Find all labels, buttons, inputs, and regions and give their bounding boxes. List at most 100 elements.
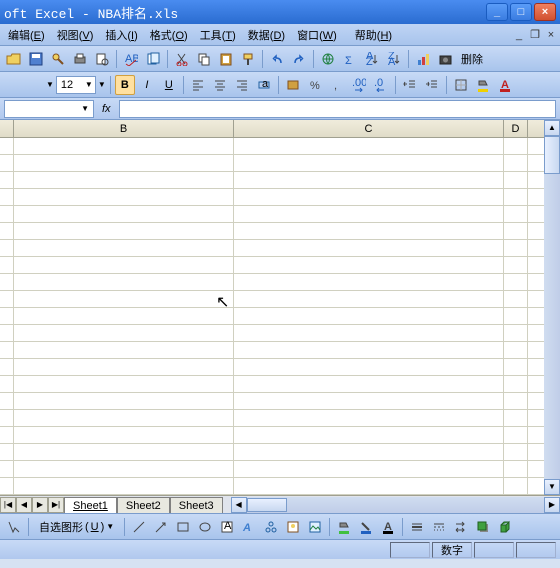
align-right-icon[interactable] — [232, 75, 252, 95]
font-size-dropdown[interactable]: ▼ — [98, 80, 106, 89]
autosum-icon[interactable]: Σ — [340, 49, 360, 69]
arrow-icon[interactable] — [151, 517, 171, 537]
sort-asc-icon[interactable]: AZ — [362, 49, 382, 69]
camera-icon[interactable] — [435, 49, 455, 69]
borders-icon[interactable] — [451, 75, 471, 95]
rectangle-icon[interactable] — [173, 517, 193, 537]
align-center-icon[interactable] — [210, 75, 230, 95]
redo-icon[interactable] — [289, 49, 309, 69]
currency-icon[interactable] — [283, 75, 303, 95]
doc-restore-button[interactable]: ❐ — [528, 29, 542, 41]
print-icon[interactable] — [70, 49, 90, 69]
column-header-b[interactable]: B — [14, 120, 234, 137]
sort-desc-icon[interactable]: ZA — [384, 49, 404, 69]
insert-picture-icon[interactable] — [305, 517, 325, 537]
menu-window[interactable]: 窗口(W) — [291, 25, 343, 45]
clipart-icon[interactable] — [283, 517, 303, 537]
tab-nav-first[interactable]: |◀ — [0, 497, 16, 513]
research-icon[interactable] — [143, 49, 163, 69]
menu-view[interactable]: 视图(V) — [51, 25, 100, 45]
sheet-tab-1[interactable]: Sheet1 — [64, 497, 117, 513]
maximize-button[interactable]: □ — [510, 3, 532, 21]
fx-button[interactable]: fx — [94, 103, 119, 115]
autoshapes-button[interactable]: 自选图形(U)▼ — [33, 517, 120, 537]
menu-format[interactable]: 格式(O) — [144, 25, 194, 45]
percent-icon[interactable]: % — [305, 75, 325, 95]
underline-button[interactable]: U — [159, 75, 179, 95]
vertical-scrollbar[interactable]: ▲ ▼ — [544, 120, 560, 495]
close-button[interactable]: × — [534, 3, 556, 21]
comma-icon[interactable]: , — [327, 75, 347, 95]
font-color-draw-icon[interactable]: A — [378, 517, 398, 537]
menu-insert[interactable]: 插入(I) — [99, 25, 143, 45]
increase-decimal-icon[interactable]: .00 — [349, 75, 369, 95]
font-color-icon[interactable]: A — [495, 75, 515, 95]
menu-edit[interactable]: 编辑(E) — [2, 25, 51, 45]
delete-label[interactable]: 删除 — [457, 51, 487, 67]
align-left-icon[interactable] — [188, 75, 208, 95]
line-icon[interactable] — [129, 517, 149, 537]
grid-body[interactable]: ↖ — [0, 138, 560, 495]
tab-nav-next[interactable]: ▶ — [32, 497, 48, 513]
minimize-button[interactable]: _ — [486, 3, 508, 21]
scroll-down-button[interactable]: ▼ — [544, 479, 560, 495]
decrease-indent-icon[interactable] — [400, 75, 420, 95]
textbox-icon[interactable]: A — [217, 517, 237, 537]
decrease-decimal-icon[interactable]: .0 — [371, 75, 391, 95]
font-dropdown-arrow[interactable]: ▼ — [46, 80, 54, 89]
doc-minimize-button[interactable]: _ — [512, 29, 526, 41]
tab-nav-prev[interactable]: ◀ — [16, 497, 32, 513]
line-color-icon[interactable] — [356, 517, 376, 537]
select-all-corner[interactable] — [0, 120, 14, 137]
doc-close-button[interactable]: × — [544, 29, 558, 41]
formula-input[interactable] — [119, 100, 556, 118]
wordart-icon[interactable]: A — [239, 517, 259, 537]
permission-icon[interactable] — [48, 49, 68, 69]
horizontal-scroll-thumb[interactable] — [247, 498, 287, 512]
name-box[interactable]: ▼ — [4, 100, 94, 118]
hyperlink-icon[interactable] — [318, 49, 338, 69]
paste-icon[interactable] — [216, 49, 236, 69]
cut-icon[interactable] — [172, 49, 192, 69]
copy-icon[interactable] — [194, 49, 214, 69]
column-header-d[interactable]: D — [504, 120, 528, 137]
tab-nav-last[interactable]: ▶| — [48, 497, 64, 513]
name-box-dropdown-arrow[interactable]: ▼ — [81, 104, 89, 113]
font-size-box[interactable]: ▼ — [56, 76, 96, 94]
diagram-icon[interactable] — [261, 517, 281, 537]
oval-icon[interactable] — [195, 517, 215, 537]
font-size-dropdown-arrow[interactable]: ▼ — [85, 80, 93, 89]
line-style-icon[interactable] — [407, 517, 427, 537]
sheet-tab-2[interactable]: Sheet2 — [117, 497, 170, 513]
vertical-scroll-thumb[interactable] — [544, 136, 560, 174]
italic-button[interactable]: I — [137, 75, 157, 95]
column-header-c[interactable]: C — [234, 120, 504, 137]
chart-wizard-icon[interactable] — [413, 49, 433, 69]
bold-button[interactable]: B — [115, 75, 135, 95]
fill-color-draw-icon[interactable] — [334, 517, 354, 537]
3d-style-icon[interactable] — [495, 517, 515, 537]
open-icon[interactable] — [4, 49, 24, 69]
scroll-right-button[interactable]: ▶ — [544, 497, 560, 513]
merge-center-icon[interactable]: a — [254, 75, 274, 95]
undo-icon[interactable] — [267, 49, 287, 69]
spelling-icon[interactable]: ABC — [121, 49, 141, 69]
save-icon[interactable] — [26, 49, 46, 69]
print-preview-icon[interactable] — [92, 49, 112, 69]
shadow-style-icon[interactable] — [473, 517, 493, 537]
format-painter-icon[interactable] — [238, 49, 258, 69]
scroll-left-button[interactable]: ◀ — [231, 497, 247, 513]
horizontal-scrollbar[interactable]: ◀ ▶ — [231, 497, 560, 513]
scroll-up-button[interactable]: ▲ — [544, 120, 560, 136]
dash-style-icon[interactable] — [429, 517, 449, 537]
menu-data[interactable]: 数据(D) — [242, 25, 291, 45]
arrow-style-icon[interactable] — [451, 517, 471, 537]
menu-tools[interactable]: 工具(T) — [194, 25, 242, 45]
increase-indent-icon[interactable] — [422, 75, 442, 95]
menu-help[interactable]: 帮助(H) — [349, 25, 398, 45]
font-size-input[interactable] — [61, 79, 85, 91]
fill-color-icon[interactable] — [473, 75, 493, 95]
draw-menu-icon[interactable] — [4, 517, 24, 537]
column-headers: B C D — [0, 120, 560, 138]
sheet-tab-3[interactable]: Sheet3 — [170, 497, 223, 513]
